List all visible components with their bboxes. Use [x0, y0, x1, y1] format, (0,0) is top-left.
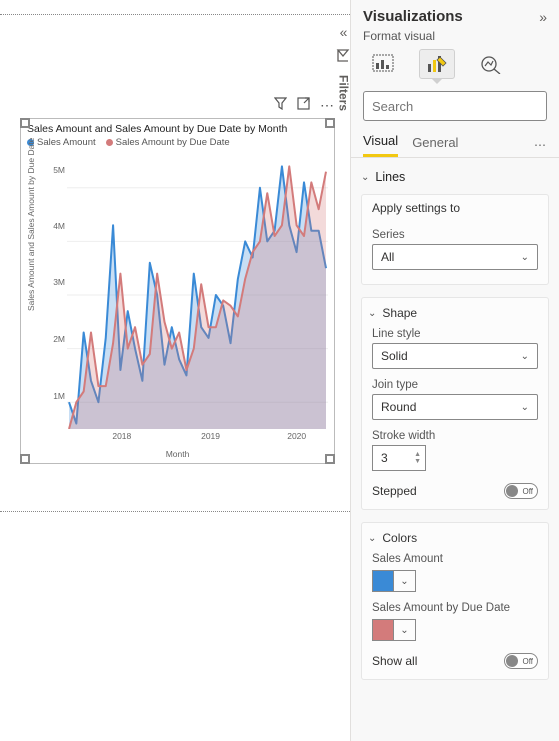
filter-icon[interactable] [274, 97, 287, 114]
y-axis-ticks: 1M 2M 3M 4M 5M [45, 161, 65, 429]
chevron-down-icon: ⌄ [521, 252, 529, 263]
stepped-toggle[interactable]: Off [504, 483, 538, 499]
build-visual-icon[interactable] [365, 49, 401, 79]
search-field[interactable] [372, 99, 548, 114]
visual-toolbar: ⋯ [274, 97, 334, 114]
stepper-down-icon[interactable]: ▼ [414, 458, 421, 465]
section-lines[interactable]: ⌄ Lines [351, 162, 559, 190]
x-tick: 2019 [201, 431, 220, 441]
canvas-boundary-top [0, 14, 350, 15]
tab-visual[interactable]: Visual [363, 133, 398, 157]
canvas-boundary-bottom [0, 511, 350, 512]
chart-legend: Sales Amount Sales Amount by Due Date [21, 137, 334, 150]
collapse-panel-icon[interactable]: » [539, 9, 547, 25]
report-canvas: « Filters ⋯ Sales Amount and Sales Amoun… [0, 0, 350, 741]
toggle-label: Show all [372, 654, 417, 668]
toggle-state: Off [522, 487, 533, 496]
select-value: Solid [381, 349, 408, 363]
search-input[interactable] [363, 91, 547, 121]
join-type-select[interactable]: Round ⌄ [372, 394, 538, 420]
field-label: Sales Amount [362, 549, 548, 568]
chart-title: Sales Amount and Sales Amount by Due Dat… [21, 119, 334, 137]
y-axis-label: Sales Amount and Sales Amount by Due Dat… [26, 138, 36, 311]
tab-general[interactable]: General [412, 135, 458, 156]
y-tick: 4M [53, 221, 65, 231]
x-tick: 2020 [287, 431, 306, 441]
y-tick: 1M [53, 391, 65, 401]
x-axis-ticks: 2018 2019 2020 [67, 431, 328, 443]
panel-subtitle: Format visual [351, 27, 559, 49]
series-select[interactable]: All ⌄ [372, 244, 538, 270]
resize-handle[interactable] [325, 118, 335, 128]
color-swatch[interactable] [372, 619, 394, 641]
more-options-icon[interactable]: ⋯ [320, 97, 334, 114]
group-title: Apply settings to [362, 195, 548, 225]
panel-title: Visualizations [363, 8, 463, 25]
x-tick: 2018 [112, 431, 131, 441]
format-mode-icons [351, 49, 559, 85]
visualizations-panel: Visualizations » Format visual Visual Ge… [350, 0, 559, 741]
legend-item: Sales Amount [27, 137, 96, 148]
x-axis-label: Month [23, 449, 332, 459]
select-value: Round [381, 400, 416, 414]
stroke-width-stepper[interactable]: 3 ▲▼ [372, 445, 426, 471]
section-label: Lines [375, 170, 405, 184]
field-label: Series [362, 225, 548, 244]
resize-handle[interactable] [20, 118, 30, 128]
legend-marker-icon [106, 139, 113, 146]
filters-pane-tab[interactable]: Filters [337, 75, 351, 111]
show-all-toggle[interactable]: Off [504, 653, 538, 669]
select-value: All [381, 250, 394, 264]
stepper-value: 3 [381, 451, 388, 465]
chevron-down-icon: ⌄ [368, 308, 376, 319]
field-label: Join type [362, 375, 548, 394]
analytics-icon[interactable] [473, 49, 509, 79]
legend-label: Sales Amount [37, 137, 96, 148]
group-label: Colors [382, 531, 417, 545]
collapse-filters-icon[interactable]: « [340, 24, 348, 40]
group-header-shape[interactable]: ⌄ Shape [362, 298, 548, 324]
stepper-up-icon[interactable]: ▲ [414, 451, 421, 458]
y-tick: 2M [53, 334, 65, 344]
y-tick: 3M [53, 277, 65, 287]
chevron-down-icon: ⌄ [361, 172, 369, 183]
tab-more-icon[interactable]: ⋯ [534, 138, 547, 152]
plot-area [67, 161, 328, 429]
group-label: Shape [382, 306, 417, 320]
chevron-down-icon: ⌄ [521, 402, 529, 413]
color-picker-chevron[interactable]: ⌄ [394, 619, 416, 641]
focus-mode-icon[interactable] [297, 97, 310, 114]
field-label: Line style [362, 324, 548, 343]
toggle-label: Stepped [372, 484, 417, 498]
legend-item: Sales Amount by Due Date [106, 137, 230, 148]
chevron-down-icon: ⌄ [521, 351, 529, 362]
chart-visual[interactable]: ⋯ Sales Amount and Sales Amount by Due D… [20, 118, 335, 464]
chevron-down-icon: ⌄ [368, 533, 376, 544]
format-visual-icon[interactable] [419, 49, 455, 79]
group-shape: ⌄ Shape Line style Solid ⌄ Join type Rou… [361, 297, 549, 510]
field-label: Stroke width [362, 426, 548, 445]
toggle-state: Off [522, 657, 533, 666]
color-picker-chevron[interactable]: ⌄ [394, 570, 416, 592]
field-label: Sales Amount by Due Date [362, 598, 548, 617]
bookmark-icon[interactable] [336, 48, 351, 63]
group-header-colors[interactable]: ⌄ Colors [362, 523, 548, 549]
legend-label: Sales Amount by Due Date [116, 137, 230, 148]
line-style-select[interactable]: Solid ⌄ [372, 343, 538, 369]
color-swatch[interactable] [372, 570, 394, 592]
group-apply-settings: Apply settings to Series All ⌄ [361, 194, 549, 285]
y-tick: 5M [53, 165, 65, 175]
group-colors: ⌄ Colors Sales Amount ⌄ Sales Amount by … [361, 522, 549, 680]
